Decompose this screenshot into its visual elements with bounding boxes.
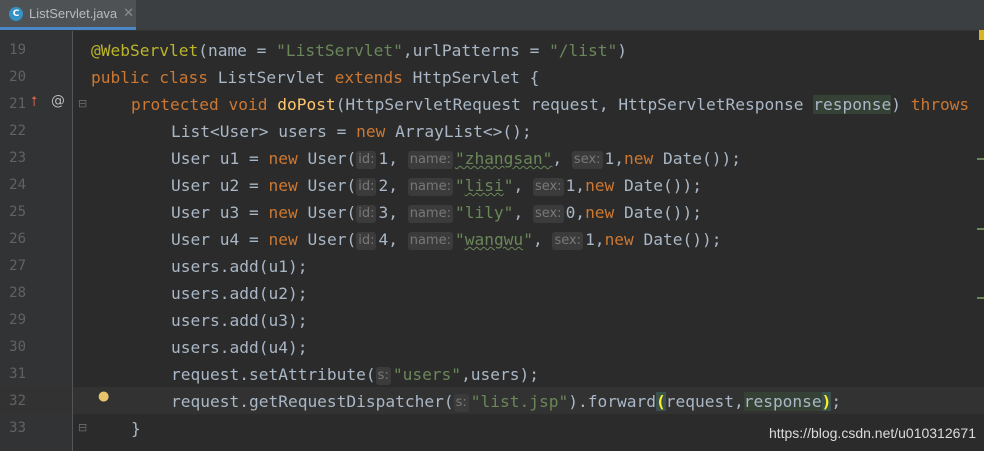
- java-class-icon: C: [9, 6, 23, 21]
- override-arrow-icon[interactable]: ⭡: [31, 94, 38, 110]
- code-line-25[interactable]: User u3 = new User(id: 3, name: "lily", se…: [171, 199, 702, 226]
- code-line-29[interactable]: users.add(u3);: [171, 307, 307, 334]
- code-line-30[interactable]: users.add(u4);: [171, 334, 307, 361]
- line-number: 23: [9, 150, 26, 166]
- line-number: 25: [9, 204, 26, 220]
- tab-title: ListServlet.java: [29, 6, 118, 21]
- line-number: 30: [9, 339, 26, 355]
- line-number: 33: [9, 420, 26, 436]
- code-line-27[interactable]: users.add(u1);: [171, 253, 307, 280]
- fold-end-icon[interactable]: ⊟: [78, 421, 87, 434]
- close-icon[interactable]: ✕: [123, 6, 134, 21]
- code-line-20[interactable]: public class ListServlet extends HttpSer…: [91, 64, 539, 91]
- code-line-21[interactable]: protected void doPost(HttpServletRequest…: [131, 91, 969, 118]
- code-line-24[interactable]: User u2 = new User(id: 2, name: "lisi", se…: [171, 172, 702, 199]
- code-line-22[interactable]: List<User> users = new ArrayList<>();: [171, 118, 532, 145]
- fold-icon[interactable]: ⊟: [78, 97, 87, 110]
- change-marker[interactable]: [977, 297, 984, 299]
- tab-listservlet[interactable]: C ListServlet.java ✕: [0, 0, 136, 30]
- code-line-26[interactable]: User u4 = new User(id: 4, name: "wangwu", …: [171, 226, 722, 253]
- line-number: 31: [9, 366, 26, 382]
- code-line-33[interactable]: }: [131, 415, 141, 442]
- annotation-icon[interactable]: @: [51, 93, 65, 109]
- line-number: 26: [9, 231, 26, 247]
- change-marker[interactable]: [977, 228, 984, 230]
- code-line-28[interactable]: users.add(u2);: [171, 280, 307, 307]
- line-number: 21: [9, 96, 26, 112]
- change-marker[interactable]: [977, 158, 984, 160]
- code-line-31[interactable]: request.setAttribute(s: "users",users);: [171, 361, 539, 388]
- line-number: 28: [9, 285, 26, 301]
- error-stripe-marker: [979, 30, 984, 40]
- line-number: 24: [9, 177, 26, 193]
- line-number: 29: [9, 312, 26, 328]
- line-number: 20: [9, 69, 26, 85]
- intention-bulb-icon[interactable]: ●: [98, 389, 109, 404]
- editor-tab-bar: C ListServlet.java ✕: [0, 0, 984, 31]
- line-number: 19: [9, 42, 26, 58]
- line-number: 32: [9, 393, 26, 409]
- code-line-19[interactable]: @WebServlet(name = "ListServlet",urlPatt…: [91, 37, 627, 64]
- line-number: 22: [9, 123, 26, 139]
- code-line-32[interactable]: request.getRequestDispatcher(s: "list.jsp…: [171, 388, 841, 415]
- code-line-23[interactable]: User u1 = new User(id: 1, name: "zhangsan"…: [171, 145, 741, 172]
- watermark: https://blog.csdn.net/u010312671: [768, 425, 976, 441]
- line-number: 27: [9, 258, 26, 274]
